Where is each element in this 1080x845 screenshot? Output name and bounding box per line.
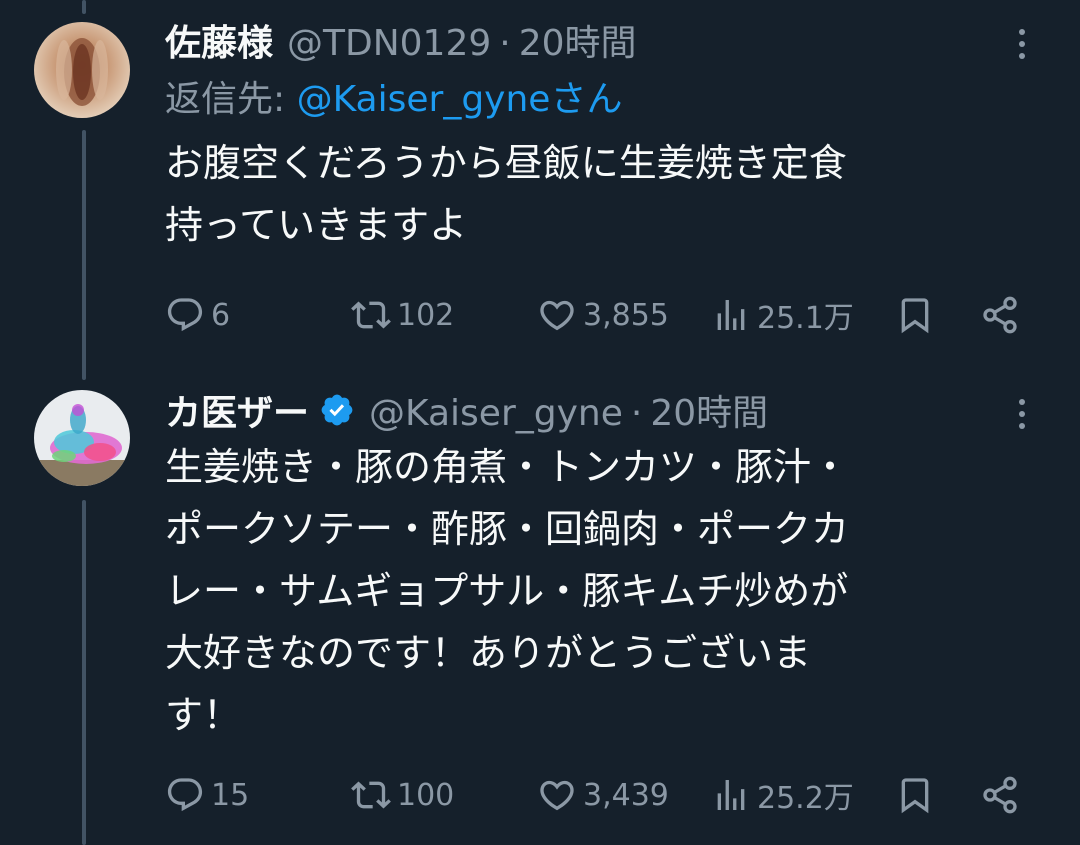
like-button[interactable]: 3,855 bbox=[537, 295, 669, 335]
like-button[interactable]: 3,439 bbox=[537, 775, 669, 815]
reply-mention-suffix[interactable]: さん bbox=[550, 79, 622, 120]
like-icon bbox=[540, 300, 574, 331]
views-count: 25.2万 bbox=[757, 781, 854, 816]
reply-icon bbox=[167, 778, 203, 812]
tweet-content: カ医ザー @Kaiser_gyne · 20時間 生姜焼き・豚の角煮・トンカツ・… bbox=[165, 384, 1040, 746]
tweet-text-line: 持っていきますよ bbox=[165, 203, 468, 247]
user-handle[interactable]: @Kaiser_gyne bbox=[369, 393, 623, 434]
retweet-icon bbox=[351, 301, 391, 329]
views-button[interactable]: 25.2万 bbox=[711, 773, 854, 817]
separator-dot: · bbox=[630, 393, 643, 434]
tweet-text-line: 生姜焼き・豚の角煮・トンカツ・豚汁・ bbox=[165, 445, 850, 489]
reply-count: 15 bbox=[211, 777, 250, 813]
share-icon bbox=[983, 776, 1017, 814]
retweet-count: 100 bbox=[397, 777, 455, 813]
like-count: 3,439 bbox=[583, 777, 669, 813]
retweet-button[interactable]: 100 bbox=[351, 775, 454, 815]
tweet-text-line: お腹空くだろうから昼飯に生姜焼き定食 bbox=[165, 141, 847, 185]
bookmark-button[interactable] bbox=[895, 775, 935, 815]
reply-icon bbox=[167, 298, 203, 332]
bookmark-icon bbox=[901, 778, 929, 814]
tweet[interactable]: 佐藤様 @TDN0129 · 20時間 返信先: @Kaiser_gyneさん … bbox=[0, 0, 1080, 370]
avatar[interactable] bbox=[34, 390, 130, 486]
bookmark-button[interactable] bbox=[895, 295, 935, 335]
share-button[interactable] bbox=[980, 295, 1020, 335]
timestamp[interactable]: 20時間 bbox=[519, 14, 637, 66]
reply-mention-link[interactable]: @Kaiser_gyne bbox=[297, 79, 551, 120]
views-icon bbox=[717, 780, 745, 810]
display-name[interactable]: カ医ザー bbox=[165, 384, 309, 436]
avatar-image bbox=[34, 22, 130, 118]
more-icon[interactable] bbox=[1004, 26, 1040, 62]
user-handle[interactable]: @TDN0129 bbox=[287, 23, 491, 64]
views-icon bbox=[717, 300, 745, 330]
reply-button[interactable]: 15 bbox=[165, 775, 249, 815]
reply-count: 6 bbox=[211, 297, 231, 333]
like-icon bbox=[540, 780, 574, 811]
avatar[interactable] bbox=[34, 22, 130, 118]
share-button[interactable] bbox=[980, 775, 1020, 815]
timeline: 佐藤様 @TDN0129 · 20時間 返信先: @Kaiser_gyneさん … bbox=[0, 0, 1080, 845]
reply-button[interactable]: 6 bbox=[165, 295, 230, 335]
bookmark-icon bbox=[901, 298, 929, 334]
like-count: 3,855 bbox=[583, 297, 669, 333]
display-name[interactable]: 佐藤様 bbox=[165, 14, 273, 66]
tweet-text-line: す！ bbox=[165, 693, 242, 737]
tweet-header: 佐藤様 @TDN0129 · 20時間 bbox=[165, 14, 1040, 66]
tweet-actions: 6 102 3,855 25.1万 bbox=[165, 290, 1035, 340]
tweet-text: お腹空くだろうから昼飯に生姜焼き定食 持っていきますよ bbox=[165, 132, 1040, 256]
tweet-text-line: レー・サムギョプサル・豚キムチ炒めが bbox=[165, 569, 849, 613]
tweet-text-line: ポークソテー・酢豚・回鍋肉・ポークカ bbox=[165, 507, 850, 551]
share-icon bbox=[983, 296, 1017, 334]
retweet-icon bbox=[351, 781, 391, 809]
tweet-header: カ医ザー @Kaiser_gyne · 20時間 bbox=[165, 384, 1040, 436]
reply-prefix: 返信先: bbox=[165, 79, 297, 120]
tweet[interactable]: カ医ザー @Kaiser_gyne · 20時間 生姜焼き・豚の角煮・トンカツ・… bbox=[0, 370, 1080, 845]
retweet-count: 102 bbox=[397, 297, 455, 333]
tweet-text: 生姜焼き・豚の角煮・トンカツ・豚汁・ ポークソテー・酢豚・回鍋肉・ポークカ レー… bbox=[165, 436, 1040, 746]
tweet-content: 佐藤様 @TDN0129 · 20時間 返信先: @Kaiser_gyneさん … bbox=[165, 14, 1040, 256]
verified-icon[interactable] bbox=[319, 392, 355, 428]
avatar-image bbox=[34, 390, 130, 486]
views-count: 25.1万 bbox=[757, 301, 854, 336]
tweet-actions: 15 100 3,439 25.2万 bbox=[165, 770, 1035, 820]
views-button[interactable]: 25.1万 bbox=[711, 293, 854, 337]
more-icon[interactable] bbox=[1004, 396, 1040, 432]
timestamp[interactable]: 20時間 bbox=[650, 384, 768, 436]
separator-dot: · bbox=[499, 23, 511, 64]
tweet-text-line: 大好きなのです！ありがとうございま bbox=[165, 631, 812, 675]
reply-to-line: 返信先: @Kaiser_gyneさん bbox=[165, 70, 1040, 122]
retweet-button[interactable]: 102 bbox=[351, 295, 454, 335]
